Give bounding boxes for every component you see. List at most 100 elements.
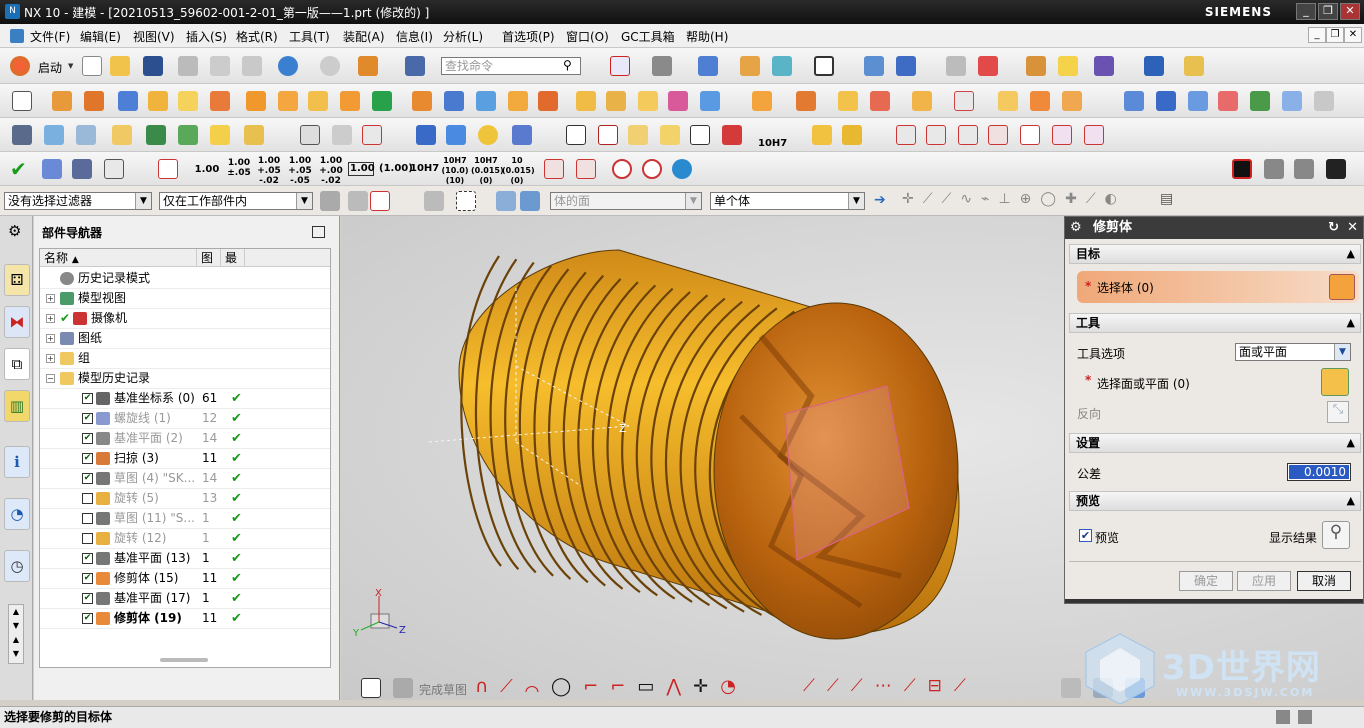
pmi-label-icon[interactable]: [210, 125, 230, 145]
reset-icon[interactable]: ↻: [1328, 217, 1339, 239]
tolerance-style-11[interactable]: 10 (0.015) (0): [502, 156, 535, 186]
datum-feature-icon[interactable]: [362, 125, 382, 145]
trim-body-icon[interactable]: [508, 91, 528, 111]
split-body-icon[interactable]: [538, 91, 558, 111]
menu-preferences[interactable]: 首选项(P): [502, 28, 555, 45]
table-row[interactable]: + 模型视图: [40, 289, 330, 309]
menu-assembly[interactable]: 装配(A): [343, 28, 385, 45]
target-section-header[interactable]: 目标 ▲: [1069, 244, 1361, 264]
x-form-icon[interactable]: [1250, 91, 1270, 111]
feature-visibility-checkbox[interactable]: [82, 533, 93, 544]
type-filter-select[interactable]: 没有选择过滤器 ▼: [4, 192, 152, 210]
layer-category-icon[interactable]: [76, 125, 96, 145]
layer-icon[interactable]: [44, 125, 64, 145]
database-icon[interactable]: [416, 125, 436, 145]
settings-section-header[interactable]: 设置 ▲: [1069, 433, 1361, 453]
hole-fit-label[interactable]: 10H7: [758, 138, 787, 149]
select-feature-icon[interactable]: [424, 191, 444, 211]
box-select-icon[interactable]: [456, 191, 476, 211]
wcs-origin-icon[interactable]: [978, 56, 998, 76]
minimize-button[interactable]: _: [1296, 3, 1316, 20]
sketch-task-icon[interactable]: [361, 678, 381, 698]
select-point-icon[interactable]: [370, 191, 390, 211]
sketch-edit-icons[interactable]: ⟋⟋⟋⋯⟋⊟⟋: [803, 676, 978, 696]
tolerance-style-6[interactable]: 1.00: [348, 162, 375, 176]
history-palette-icon[interactable]: ◔: [4, 498, 30, 530]
assembly-icon[interactable]: [358, 56, 378, 76]
apply-button[interactable]: 应用: [1237, 571, 1291, 591]
resource-scroll-icon[interactable]: ▲ ▼ ▲ ▼: [8, 604, 24, 664]
tool-option-select[interactable]: 面或平面 ▼: [1235, 343, 1351, 361]
feature-visibility-checkbox[interactable]: ✔: [82, 573, 93, 584]
filter-options-icon[interactable]: [320, 191, 340, 211]
diameter-icon[interactable]: [612, 159, 632, 179]
tolerance-style-7[interactable]: (1.00): [379, 164, 413, 174]
motion-icon[interactable]: [1094, 56, 1114, 76]
constraint-navigator-icon[interactable]: ⧓: [4, 306, 30, 338]
app-menu-icon[interactable]: [10, 29, 24, 43]
tolerance-style-10[interactable]: 10H7 (0.015) (0): [471, 156, 504, 186]
start-icon[interactable]: [10, 56, 30, 76]
pad-icon[interactable]: [210, 91, 230, 111]
shell-icon[interactable]: [476, 91, 496, 111]
table-row[interactable]: + ✔ 摄像机: [40, 309, 330, 329]
hole-icon[interactable]: [148, 91, 168, 111]
doc-minimize-button[interactable]: _: [1308, 27, 1326, 43]
tolerance-style-1[interactable]: 1.00: [194, 165, 220, 175]
feature-visibility-checkbox[interactable]: ✔: [82, 613, 93, 624]
show-result-magnifier-icon[interactable]: ⚲: [1322, 521, 1350, 549]
preview-checkbox[interactable]: ✔: [1079, 529, 1092, 542]
select-body-row[interactable]: * 选择体 (0): [1077, 271, 1359, 303]
layer-settings-icon[interactable]: [864, 56, 884, 76]
start-menu-label[interactable]: 启动: [38, 59, 62, 76]
rectangle-icon[interactable]: [1020, 125, 1040, 145]
boolean-icon[interactable]: [372, 91, 392, 111]
feature-visibility-checkbox[interactable]: ✔: [82, 393, 93, 404]
table-icon[interactable]: [598, 125, 618, 145]
search-icon[interactable]: ⚲: [563, 58, 572, 72]
offset-region-icon[interactable]: [1030, 91, 1050, 111]
save-icon[interactable]: [143, 56, 163, 76]
web-browser-icon[interactable]: ℹ: [4, 446, 30, 478]
draft-icon[interactable]: [444, 91, 464, 111]
show-hide-icon[interactable]: [772, 56, 792, 76]
erase-icon[interactable]: [332, 125, 352, 145]
clock-icon[interactable]: ◷: [4, 550, 30, 582]
status-icon-2[interactable]: [1298, 710, 1312, 724]
section-line-icon[interactable]: [300, 125, 320, 145]
menu-info[interactable]: 信息(I): [396, 28, 433, 45]
chamfer-dim-icon[interactable]: [544, 159, 564, 179]
column-name-header[interactable]: 名称 ▲: [40, 249, 197, 267]
expand-toggle-icon[interactable]: +: [46, 314, 55, 323]
column-num-header[interactable]: 图: [197, 249, 221, 267]
ruler-icon[interactable]: [1184, 56, 1204, 76]
dimension-icon[interactable]: [158, 159, 178, 179]
start-dropdown[interactable]: ▼: [68, 56, 74, 76]
select-body-icon[interactable]: [496, 191, 516, 211]
check-table-icon[interactable]: [42, 159, 62, 179]
close-button[interactable]: ✕: [1340, 3, 1360, 20]
record-icon[interactable]: [1232, 159, 1252, 179]
tolerance-style-9[interactable]: 10H7 (10.0) (10): [440, 156, 470, 186]
table-row[interactable]: 草图 (11) "S... 1 ✔: [40, 509, 330, 529]
pause-icon[interactable]: [1264, 159, 1284, 179]
gear-icon[interactable]: [512, 125, 532, 145]
table-row[interactable]: 旋转 (5) 13 ✔: [40, 489, 330, 509]
cut-icon[interactable]: [178, 56, 198, 76]
select-face-cube-icon[interactable]: [1321, 368, 1349, 396]
expand-toggle-icon[interactable]: −: [46, 374, 55, 383]
revolve-icon[interactable]: [84, 91, 104, 111]
orient-view-icon[interactable]: [698, 56, 718, 76]
sketch-curve-icons[interactable]: ∩⟋⌒◯⌐⌐▭⋀✛◔: [475, 676, 748, 697]
arrow-right-icon[interactable]: ➔: [874, 192, 886, 208]
chamfer-icon[interactable]: [308, 91, 328, 111]
offset-curve-icon[interactable]: [1052, 125, 1072, 145]
analysis-icon[interactable]: [1026, 56, 1046, 76]
view-options-icon[interactable]: ▤: [1160, 191, 1173, 207]
finish-sketch-icon[interactable]: [393, 678, 413, 698]
feature-visibility-checkbox[interactable]: ✔: [82, 473, 93, 484]
command-search-input[interactable]: 查找命令: [441, 57, 581, 75]
through-curves-icon[interactable]: [1124, 91, 1144, 111]
snap-icon[interactable]: [348, 191, 368, 211]
table-row[interactable]: 旋转 (12) 1 ✔: [40, 529, 330, 549]
